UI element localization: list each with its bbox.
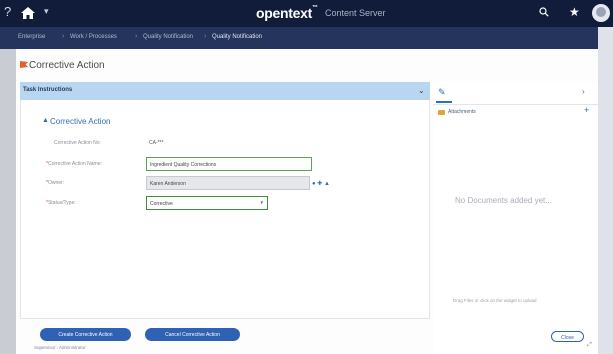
breadcrumb-item[interactable]: Quality Notification xyxy=(143,34,193,40)
breadcrumb-separator: › xyxy=(204,33,207,40)
user-picker-icons[interactable]: ● ✚ ▲ xyxy=(312,180,330,187)
top-navigation-bar: ? ▾ opentext™ Content Server ★ xyxy=(0,0,613,27)
resize-icon[interactable]: ⤢ xyxy=(587,342,592,349)
breadcrumb-item[interactable]: Work / Processes xyxy=(70,34,117,40)
field-label-status-type: *Status/Type: xyxy=(46,200,76,206)
empty-documents-message: No Documents added yet... xyxy=(455,196,552,205)
field-value-action-no: CA-*** xyxy=(149,140,164,146)
add-document-icon[interactable]: + xyxy=(584,105,589,115)
documents-panel xyxy=(433,82,598,354)
pencil-icon[interactable]: ✎ xyxy=(438,87,446,98)
breadcrumb-item[interactable]: Enterprise xyxy=(18,34,45,40)
help-icon[interactable]: ? xyxy=(4,4,11,19)
chevron-down-icon[interactable]: ⌄ xyxy=(418,86,425,95)
star-icon[interactable]: ★ xyxy=(569,5,580,19)
active-tab-indicator xyxy=(436,101,452,103)
brand-name: opentext xyxy=(256,5,312,21)
close-button[interactable]: Close xyxy=(551,331,584,342)
panel-divider xyxy=(433,104,598,105)
right-edge-strip xyxy=(598,27,613,354)
action-name-input[interactable]: Ingredient Quality Corrections xyxy=(146,157,312,171)
product-name: Content Server xyxy=(325,8,386,18)
status-type-value: Corrective xyxy=(150,201,173,207)
search-icon[interactable] xyxy=(539,7,549,17)
cancel-corrective-action-button[interactable]: Cancel Corrective Action xyxy=(145,328,240,341)
breadcrumb-separator: › xyxy=(135,33,138,40)
field-label-text: Status/Type: xyxy=(47,200,76,206)
field-label-action-no: Corrective Action No: xyxy=(54,140,101,146)
chevron-right-icon[interactable]: › xyxy=(582,87,585,96)
field-label-text: Owner: xyxy=(47,180,65,186)
brand-logo: opentext™ xyxy=(256,5,318,21)
owner-field[interactable]: Karen Anderson xyxy=(146,176,310,190)
breadcrumb-separator: › xyxy=(62,33,65,40)
task-instructions-header[interactable]: Task Instructions ⌄ xyxy=(20,82,430,100)
avatar-icon[interactable] xyxy=(592,4,610,22)
breadcrumb: Enterprise › Work / Processes › Quality … xyxy=(0,27,613,49)
status-type-select[interactable]: Corrective ▾ xyxy=(146,196,268,210)
breadcrumb-item-current: Quality Notification xyxy=(212,34,263,40)
upload-drop-hint: Drag Files or click on the widget to upl… xyxy=(453,298,537,303)
task-instructions-label: Task Instructions xyxy=(23,87,73,93)
field-label-action-name: *Corrective Action Name: xyxy=(46,161,102,167)
section-title[interactable]: Corrective Action xyxy=(50,117,110,126)
home-menu-caret[interactable]: ▾ xyxy=(44,6,49,17)
folder-label[interactable]: Attachments xyxy=(448,109,476,115)
field-label-text: Corrective Action Name: xyxy=(47,161,102,167)
collapse-caret-icon[interactable]: ▲ xyxy=(42,117,49,124)
brand-trademark: ™ xyxy=(311,5,318,11)
chevron-down-icon: ▾ xyxy=(260,200,263,206)
field-label-owner: *Owner: xyxy=(46,180,64,186)
folder-icon xyxy=(438,110,445,115)
create-corrective-action-button[interactable]: Create Corrective Action xyxy=(40,328,131,341)
page-title: Corrective Action xyxy=(29,60,105,71)
home-icon[interactable] xyxy=(20,6,36,20)
footer-status-text: Supervisor : Administrator xyxy=(34,345,86,350)
